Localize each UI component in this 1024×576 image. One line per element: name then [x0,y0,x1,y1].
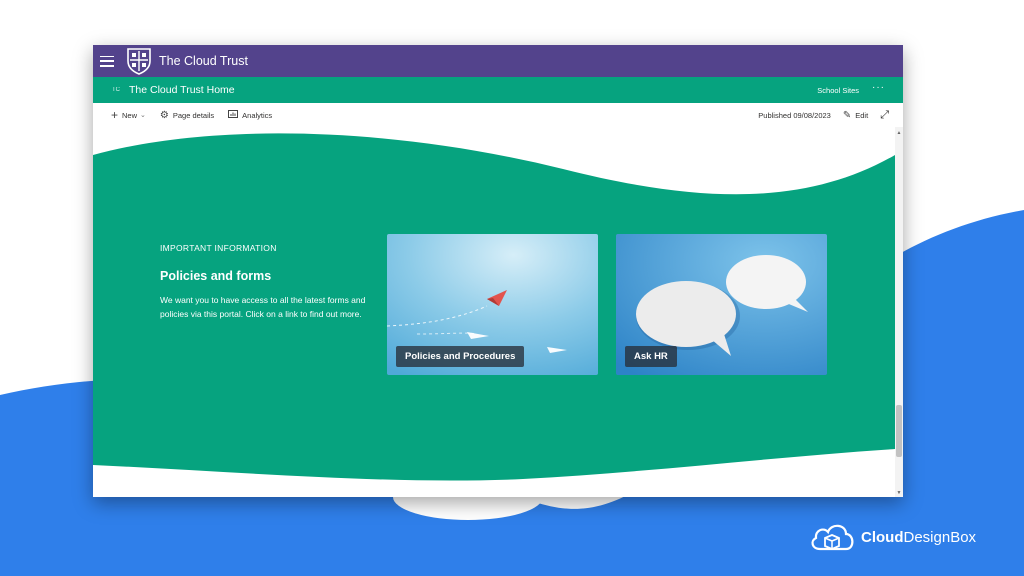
new-button[interactable]: + New ⌄ [111,108,146,122]
suite-bar: The Cloud Trust [93,45,903,77]
hamburger-icon[interactable] [100,55,114,67]
hub-navigation: TC The Cloud Trust Home School Sites ··· [93,77,903,103]
edit-button[interactable]: ✎ Edit [843,110,868,121]
brand-name-bold: Cloud [861,528,904,546]
expand-icon[interactable]: ⤢ [880,109,889,122]
hub-badge: TC [112,87,120,93]
scroll-down-icon[interactable]: ▼ [895,489,903,497]
analytics-button[interactable]: Analytics [228,109,273,121]
pencil-icon: ✎ [842,109,852,121]
section-title: Policies and forms [160,269,272,283]
info-block: IMPORTANT INFORMATION Policies and forms… [160,243,370,321]
edit-label: Edit [855,110,869,120]
plus-icon: + [111,108,119,122]
section-description: We want you to have access to all the la… [160,295,366,319]
new-label: New [122,110,138,120]
command-bar: + New ⌄ ⚙ Page details Analytics Publish… [93,103,903,127]
policies-tile[interactable]: Policies and Procedures [387,234,598,375]
analytics-label: Analytics [242,110,273,120]
ask-hr-tile[interactable]: Ask HR [616,234,827,375]
policies-tile-label: Policies and Procedures [396,346,525,367]
published-status: Published 09/08/2023 [758,110,831,120]
shield-cross-logo[interactable] [126,47,152,75]
school-sites-link[interactable]: School Sites [817,86,859,95]
page-details-label: Page details [172,110,215,120]
scroll-up-icon[interactable]: ▲ [895,129,903,137]
analytics-icon [228,109,239,121]
more-options-icon[interactable]: ··· [872,83,885,93]
vertical-scrollbar[interactable]: ▲ ▼ [895,127,903,497]
hub-home-link[interactable]: The Cloud Trust Home [129,84,235,96]
brand-logo: CloudDesignBox [808,519,976,555]
page-details-button[interactable]: ⚙ Page details [160,110,214,121]
ask-hr-tile-label: Ask HR [625,346,677,367]
cloud-box-icon [811,524,854,551]
browser-window: The Cloud Trust TC The Cloud Trust Home … [93,45,903,497]
section-label: IMPORTANT INFORMATION [160,243,277,253]
brand-name: CloudDesignBox [861,529,976,546]
site-title[interactable]: The Cloud Trust [159,54,248,68]
scroll-thumb[interactable] [896,405,902,457]
gear-icon: ⚙ [159,109,169,121]
brand-name-regular: DesignBox [903,528,977,546]
chevron-down-icon: ⌄ [140,112,146,119]
